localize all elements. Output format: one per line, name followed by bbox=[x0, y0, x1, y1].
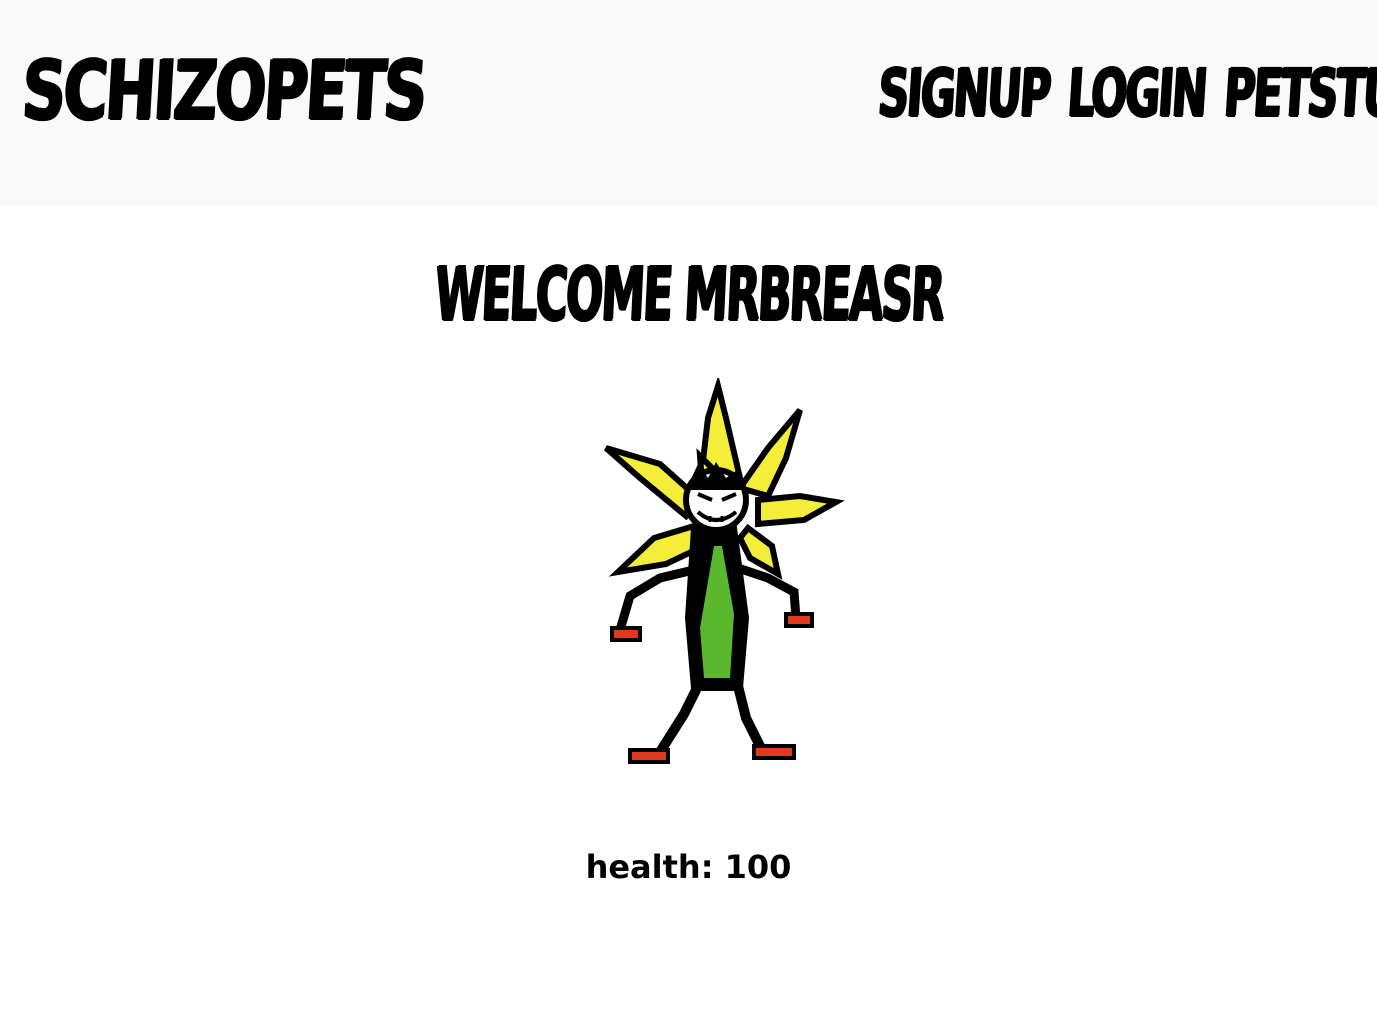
nav-signup-link[interactable]: SIGNUP bbox=[875, 54, 1051, 134]
health-label: health: bbox=[585, 848, 714, 886]
pet-right-hand bbox=[784, 612, 814, 628]
pet-right-shoe bbox=[752, 744, 796, 760]
pet-left-shoe bbox=[628, 748, 670, 764]
pet-petal-right bbox=[755, 492, 845, 528]
pet-petal-upper-right bbox=[735, 408, 803, 500]
main-nav: SIGNUP LOGIN PETSTUFF bbox=[875, 54, 1377, 134]
nav-petstuff-link[interactable]: PETSTUFF bbox=[1221, 54, 1377, 134]
health-stat: health: 100 bbox=[0, 846, 1377, 888]
username: MRBREASR bbox=[681, 252, 945, 338]
welcome-prefix: WELCOME bbox=[432, 252, 686, 338]
pet-image bbox=[604, 378, 845, 764]
pet-left-hand bbox=[610, 626, 642, 642]
site-header: SCHIZOPETS SIGNUP LOGIN PETSTUFF bbox=[0, 0, 1377, 206]
nav-login-link[interactable]: LOGIN bbox=[1065, 54, 1208, 134]
welcome-heading: WELCOME MRBREASR bbox=[0, 250, 1377, 340]
site-logo[interactable]: SCHIZOPETS bbox=[19, 42, 427, 142]
health-value: 100 bbox=[724, 848, 792, 886]
